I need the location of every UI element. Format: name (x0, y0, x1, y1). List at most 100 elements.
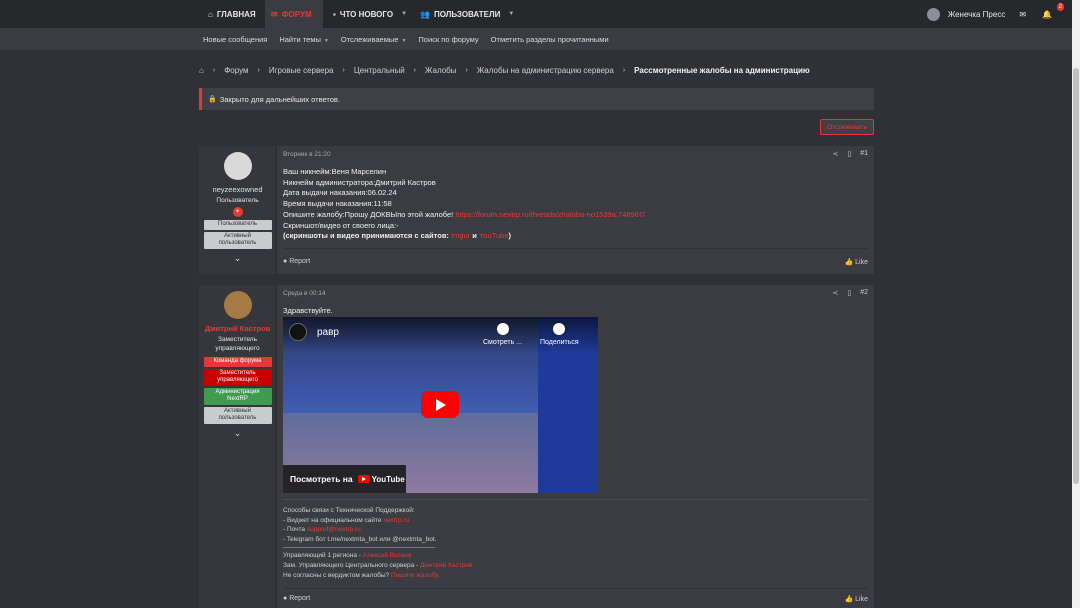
report-button[interactable]: ● Report (283, 258, 310, 265)
nav-tab-forum[interactable]: ✉ ФОРУМ (265, 0, 323, 28)
user-badge: Активный пользователь (203, 231, 272, 249)
top-navigation: ⌂ ГЛАВНАЯ ✉ ФОРУМ ▪ ЧТО НОВОГО ▼ 👥 ПОЛЬЗ… (0, 0, 1072, 28)
lock-icon: 🔒 (208, 96, 217, 103)
share-video-button[interactable]: Поделиться (540, 323, 579, 346)
youtube-logo-icon: YouTube (357, 475, 405, 484)
thread-closed-notice: 🔒 Закрыто для дальнейших ответов. (199, 88, 874, 110)
post-content: Ваш никнейм:Веня Марселин Никнейм админи… (283, 167, 646, 241)
subnav-search-forum[interactable]: Поиск по форуму (418, 35, 478, 44)
chevron-right-icon: › (257, 66, 260, 74)
user-menu[interactable]: Женечка Пресс ✉ 🔔 (926, 0, 1052, 28)
manager-link[interactable]: Алексей Висаев (363, 552, 412, 559)
subnav-watched[interactable]: Отслеживаемые ▼ (341, 35, 407, 44)
home-icon[interactable]: ⌂ (199, 66, 204, 75)
chevron-down-icon: ▼ (401, 11, 408, 17)
share-icon[interactable]: ≺ (832, 150, 838, 158)
post-2-body: Среда в 00:14 ≺ ▯ #2 Здравствуйте. равр … (283, 285, 868, 608)
scrollbar[interactable] (1072, 0, 1080, 608)
breadcrumb-central[interactable]: Центральный (354, 66, 405, 75)
sub-navigation: Новые сообщения Найти темы ▼ Отслеживаемы… (0, 28, 1072, 50)
user-badge: Команда форума (203, 357, 272, 367)
complaint-link[interactable]: https://forum.nextrp.ru/threads/zhaloba-… (455, 210, 645, 219)
imgur-link[interactable]: Imgur (451, 231, 470, 240)
watch-later-button[interactable]: Смотреть ... (483, 323, 522, 346)
home-icon: ⌂ (208, 9, 213, 19)
clock-icon (496, 323, 509, 335)
signature-divider (283, 499, 868, 500)
user-badge: Заместитель управляющего (203, 368, 272, 386)
email-link[interactable]: support@nextrp.ru (307, 526, 361, 533)
signature: Способы связи с Технической Поддержкой: … (283, 507, 473, 579)
post-username[interactable]: neyzeexowned (199, 185, 276, 194)
chevron-right-icon: › (465, 66, 468, 74)
post-number[interactable]: #2 (860, 289, 868, 297)
post-number[interactable]: #1 (860, 150, 868, 158)
chevron-down-icon[interactable]: ⌄ (199, 428, 276, 439)
post-footer: ● Report 👍 Like (283, 248, 868, 274)
post-1: neyzeexowned Пользователь ✦ Пользователь… (199, 146, 874, 274)
share-icon[interactable]: ≺ (832, 289, 838, 297)
breadcrumb-complaints[interactable]: Жалобы (425, 66, 456, 75)
video-title[interactable]: равр (317, 327, 339, 338)
bookmark-icon[interactable]: ▯ (847, 289, 851, 297)
subnav-new-posts[interactable]: Новые сообщения (203, 35, 267, 44)
nav-tab-whats-new[interactable]: ▪ ЧТО НОВОГО ▼ (327, 0, 413, 28)
post-1-user-info: neyzeexowned Пользователь ✦ Пользователь… (199, 146, 277, 274)
chevron-right-icon: › (342, 66, 345, 74)
chevron-down-icon: ▼ (508, 11, 515, 17)
watch-on-youtube-button[interactable]: Посмотреть на YouTube (283, 465, 406, 493)
report-button[interactable]: ● Report (283, 595, 310, 602)
post-actions: ≺ ▯ #2 (832, 289, 868, 297)
chevron-right-icon: › (413, 66, 417, 74)
user-name: Женечка Пресс (947, 9, 1006, 19)
avatar[interactable] (223, 291, 252, 319)
users-icon: 👥 (420, 9, 430, 19)
like-button[interactable]: 👍 Like (844, 595, 868, 603)
deputy-link[interactable]: Дмитрий Кастров (420, 562, 472, 569)
complaint-form-link[interactable]: Пишите жалобу. (391, 572, 440, 579)
subnav-find-threads[interactable]: Найти темы ▼ (279, 35, 329, 44)
site-link[interactable]: nextrp.ru (383, 517, 409, 524)
like-button[interactable]: 👍 Like (844, 258, 868, 266)
youtube-embed[interactable]: равр Смотреть ... Поделиться Посмотреть … (283, 317, 598, 493)
user-badge: Администрация NextRP (203, 387, 272, 405)
divider (283, 547, 435, 549)
chevron-down-icon: ▼ (323, 37, 329, 44)
chevron-down-icon[interactable]: ⌄ (199, 253, 276, 264)
post-content: Здравствуйте. (283, 306, 333, 315)
post-actions: ≺ ▯ #1 (832, 150, 868, 158)
share-icon (553, 323, 566, 335)
breadcrumb-game-servers[interactable]: Игровые сервера (269, 66, 334, 75)
group-icon: ✦ (232, 207, 243, 217)
post-1-body: Вторник в 21:20 ≺ ▯ #1 Ваш никнейм:Веня … (283, 146, 868, 274)
chevron-down-icon: ▼ (401, 37, 407, 44)
user-badge: Активный пользователь (203, 406, 272, 424)
breadcrumb-current: Рассмотренные жалобы на администрацию (634, 65, 810, 75)
nav-tab-home[interactable]: ⌂ ГЛАВНАЯ (202, 0, 262, 28)
chevron-right-icon: › (212, 66, 216, 74)
breadcrumb-admin-complaints[interactable]: Жалобы на администрацию сервера (477, 66, 614, 75)
breadcrumb: ⌂ › Форум › Игровые сервера › Центральны… (199, 64, 810, 76)
chevron-right-icon: › (622, 66, 626, 74)
post-footer: ● Report 👍 Like (283, 588, 868, 608)
bookmark-icon[interactable]: ▯ (847, 150, 851, 158)
breadcrumb-forum[interactable]: Форум (224, 66, 248, 75)
post-username[interactable]: Дмитрий Кастров (199, 324, 276, 333)
scrollbar-thumb[interactable] (1073, 68, 1079, 484)
bell-icon[interactable]: 🔔 (1042, 10, 1052, 19)
avatar (926, 7, 940, 21)
channel-avatar[interactable] (289, 323, 307, 341)
post-2-user-info: Дмитрий Кастров Заместитель управляющего… (199, 285, 277, 608)
post-time[interactable]: Среда в 00:14 (283, 290, 326, 297)
user-title: Пользователь (216, 197, 259, 204)
watch-thread-button[interactable]: Отслеживать (820, 119, 874, 135)
play-icon[interactable] (421, 391, 459, 418)
inbox-icon[interactable]: ✉ (1019, 10, 1026, 19)
chat-icon: ▪ (333, 9, 336, 19)
youtube-link[interactable]: YouTube (479, 231, 508, 240)
avatar[interactable] (223, 152, 252, 180)
forum-icon: ✉ (271, 9, 278, 19)
subnav-mark-read[interactable]: Отметить разделы прочитанными (491, 35, 609, 44)
post-time[interactable]: Вторник в 21:20 (283, 151, 331, 158)
nav-tab-users[interactable]: 👥 ПОЛЬЗОВАТЕЛИ ▼ (414, 0, 520, 28)
